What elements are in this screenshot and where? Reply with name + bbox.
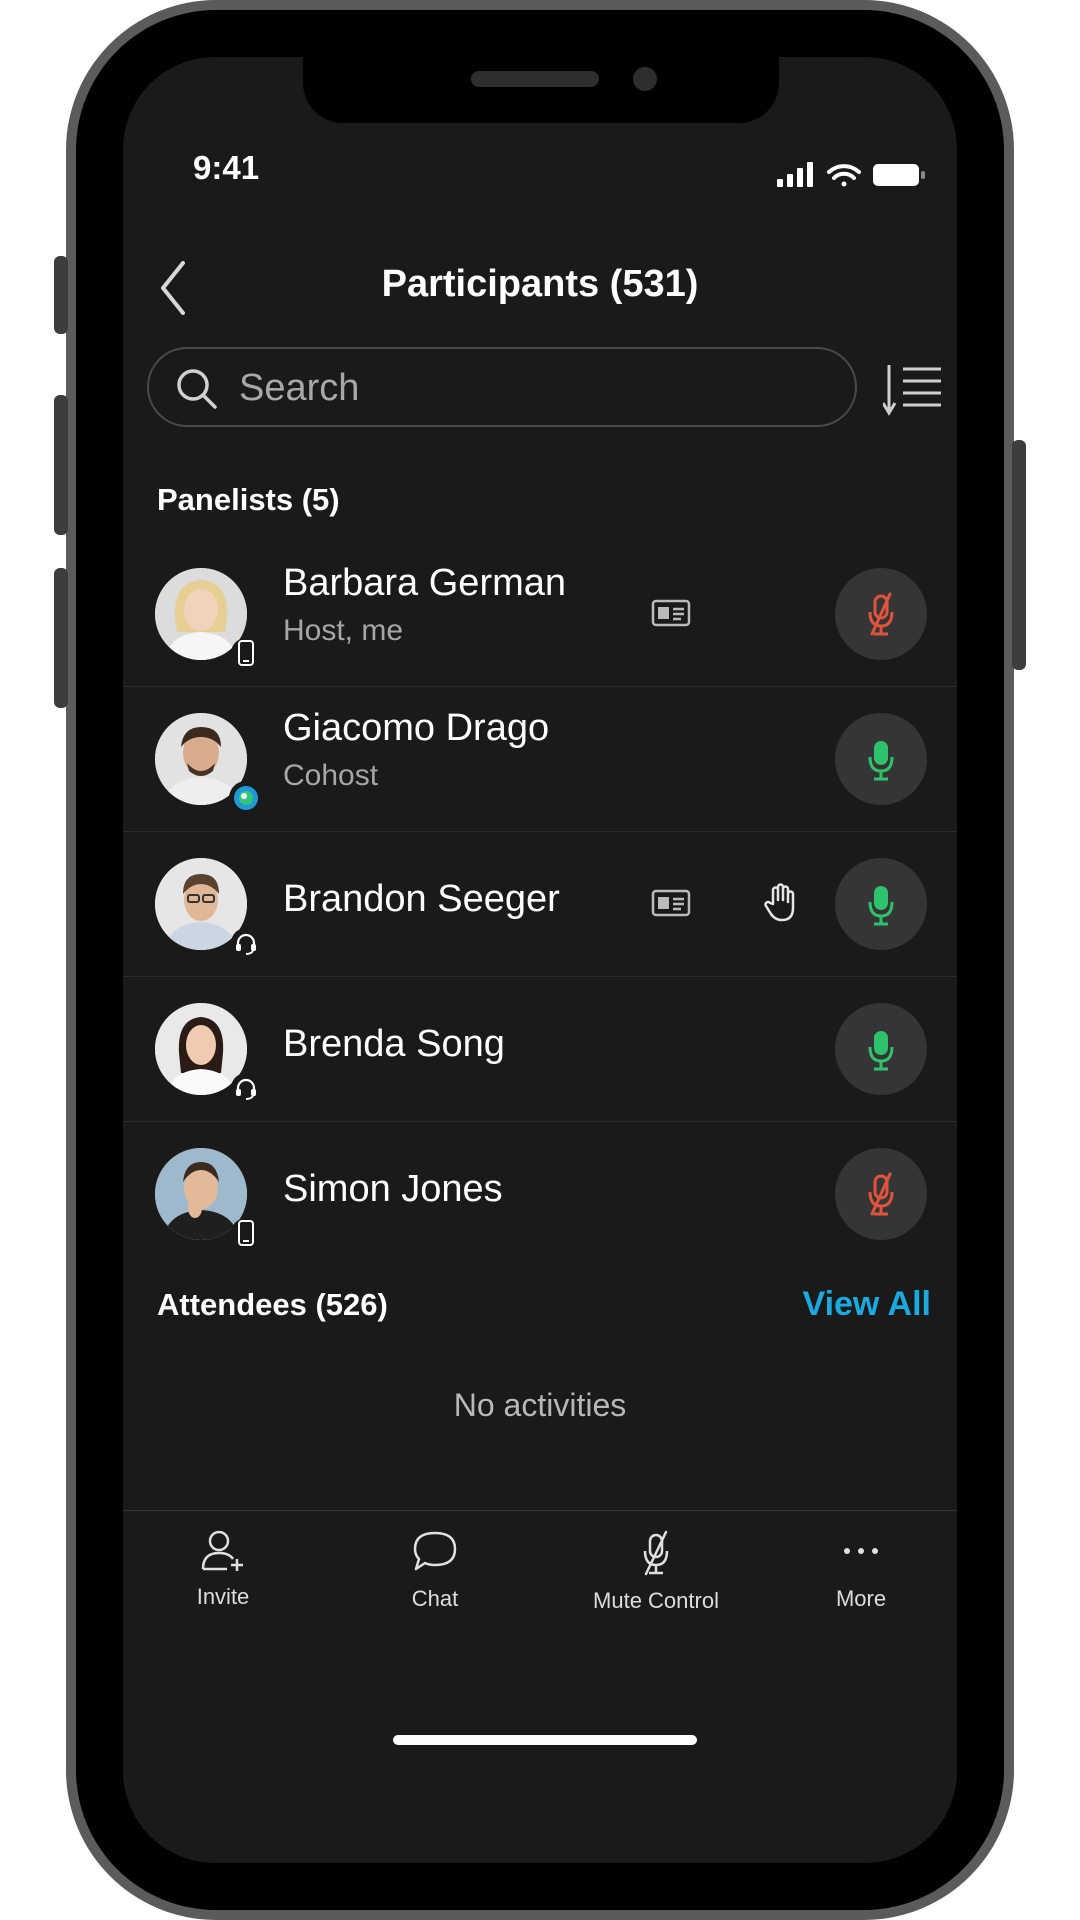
invite-button[interactable]: Invite — [123, 1529, 323, 1610]
participant-role: Host, me — [283, 614, 404, 647]
mic-on-icon — [868, 1031, 894, 1071]
mute-control-label: Mute Control — [593, 1588, 719, 1613]
id-card-icon — [651, 889, 691, 917]
search-input[interactable] — [237, 349, 821, 427]
mic-button[interactable] — [835, 1003, 927, 1095]
screen: 9:41 Participants (531) Search Panelists… — [123, 57, 957, 1863]
participant-row[interactable]: Brandon Seeger — [123, 832, 957, 977]
mic-muted-icon — [868, 592, 894, 636]
headset-icon — [236, 933, 256, 955]
mic-button[interactable] — [835, 1148, 927, 1240]
mobile-phone-icon — [238, 1220, 254, 1246]
sort-button[interactable] — [881, 361, 943, 417]
headset-icon — [236, 1078, 256, 1100]
status-time: 9:41 — [193, 149, 260, 186]
mic-on-icon — [868, 886, 894, 926]
chat-button[interactable]: Chat — [335, 1529, 535, 1612]
empty-state-text: No activities — [453, 1387, 627, 1423]
header: Participants (531) — [123, 247, 957, 327]
search-icon — [177, 369, 217, 409]
notch — [303, 57, 779, 123]
wifi-icon — [827, 164, 861, 187]
participant-name: Giacomo Drago — [283, 707, 550, 749]
device-badge — [231, 1073, 261, 1103]
mic-button[interactable] — [835, 858, 927, 950]
device-badge — [231, 1218, 261, 1248]
volume-up-button — [54, 395, 68, 535]
mute-control-button[interactable]: Mute Control — [541, 1529, 771, 1614]
participant-row[interactable]: Barbara German Host, me — [123, 542, 957, 687]
mic-muted-icon — [868, 1172, 894, 1216]
mute-switch — [54, 256, 68, 334]
mobile-phone-icon — [238, 640, 254, 666]
device-badge — [231, 638, 261, 668]
status-icons — [777, 159, 937, 194]
chat-label: Chat — [411, 1586, 459, 1611]
participant-name: Barbara German — [283, 562, 567, 604]
cellular-signal-icon — [777, 162, 813, 187]
participant-row[interactable]: Giacomo Drago Cohost — [123, 687, 957, 832]
mic-muted-icon — [643, 1530, 669, 1576]
view-all-link[interactable]: View All — [803, 1285, 932, 1324]
participant-row[interactable]: Brenda Song — [123, 977, 957, 1122]
more-button[interactable]: More — [761, 1529, 957, 1612]
mic-button[interactable] — [835, 568, 927, 660]
device-badge — [229, 781, 263, 815]
participant-row[interactable]: Simon Jones — [123, 1122, 957, 1266]
webex-app-icon — [234, 786, 258, 810]
mic-on-icon — [868, 741, 894, 781]
more-label: More — [835, 1586, 887, 1611]
invite-label: Invite — [196, 1584, 250, 1609]
panelists-heading: Panelists (5) — [157, 482, 340, 517]
page-title: Participants (531) — [381, 263, 699, 305]
participant-name: Brandon Seeger — [283, 878, 560, 920]
speaker — [471, 71, 599, 87]
chat-bubble-icon — [413, 1531, 457, 1571]
device-badge — [231, 928, 261, 958]
more-dots-icon — [844, 1548, 878, 1554]
volume-down-button — [54, 568, 68, 708]
participant-role: Cohost — [283, 759, 379, 792]
mic-button[interactable] — [835, 713, 927, 805]
power-button — [1012, 440, 1026, 670]
search-bar[interactable] — [147, 347, 857, 427]
participant-name: Brenda Song — [283, 1023, 505, 1065]
front-camera — [633, 67, 657, 91]
battery-icon — [873, 164, 925, 186]
attendees-heading: Attendees (526) — [157, 1287, 388, 1322]
add-person-icon — [201, 1530, 243, 1571]
sort-list-icon — [881, 365, 941, 416]
raised-hand-icon — [764, 883, 795, 922]
id-card-icon — [651, 599, 691, 627]
participant-name: Simon Jones — [283, 1168, 503, 1210]
bottom-toolbar: Invite Chat Mute Control More — [123, 1510, 957, 1631]
home-indicator[interactable] — [393, 1735, 697, 1745]
